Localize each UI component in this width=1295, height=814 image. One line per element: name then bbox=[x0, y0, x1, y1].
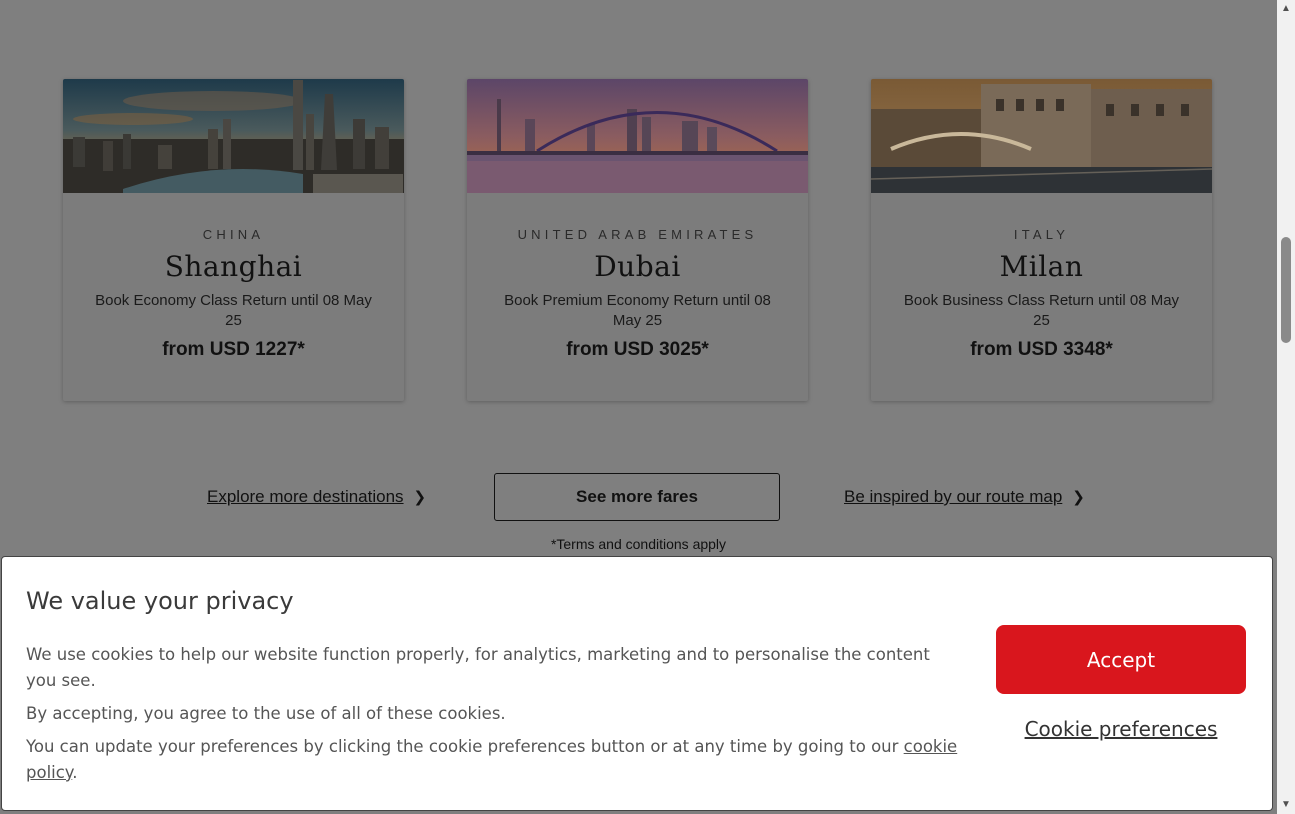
card-description: Book Premium Economy Return until 08 May… bbox=[504, 292, 771, 329]
card-country: UNITED ARAB EMIRATES bbox=[517, 227, 758, 242]
see-more-fares-button[interactable]: See more fares bbox=[494, 473, 780, 521]
terms-note: *Terms and conditions apply bbox=[550, 536, 727, 552]
accept-button[interactable]: Accept bbox=[996, 625, 1246, 694]
dubai-bridge-image bbox=[467, 79, 808, 193]
destination-card-shanghai[interactable]: CHINA Shanghai Book Economy Class Return… bbox=[63, 79, 404, 401]
cookie-text: We use cookies to help our website funct… bbox=[26, 642, 961, 793]
shanghai-skyline-image bbox=[63, 79, 404, 193]
route-map-link[interactable]: Be inspired by our route map ❯ bbox=[844, 487, 1085, 507]
scroll-down-arrow-icon[interactable]: ▼ bbox=[1277, 796, 1295, 814]
scrollbar-thumb[interactable] bbox=[1281, 237, 1291, 343]
cookie-paragraph-2: By accepting, you agree to the use of al… bbox=[26, 704, 506, 723]
explore-destinations-label: Explore more destinations bbox=[207, 487, 404, 506]
vertical-scrollbar[interactable]: ▲ ▼ bbox=[1277, 0, 1295, 814]
card-country: CHINA bbox=[202, 227, 265, 242]
destination-card-dubai[interactable]: UNITED ARAB EMIRATES Dubai Book Premium … bbox=[467, 79, 808, 401]
card-price: from USD 3348* bbox=[970, 339, 1113, 360]
card-city: Dubai bbox=[594, 250, 681, 283]
destination-card-milan[interactable]: ITALY Milan Book Business Class Return u… bbox=[871, 79, 1212, 401]
cookie-paragraph-3: You can update your preferences by click… bbox=[26, 734, 961, 786]
card-description: Book Business Class Return until 08 May … bbox=[903, 292, 1180, 329]
chevron-right-icon: ❯ bbox=[413, 489, 427, 506]
scroll-up-arrow-icon[interactable]: ▲ bbox=[1277, 0, 1295, 18]
card-price: from USD 3025* bbox=[566, 339, 709, 360]
card-description: Book Economy Class Return until 08 May 2… bbox=[95, 292, 372, 329]
card-price: from USD 1227* bbox=[162, 339, 305, 360]
cookie-paragraph-3-text: You can update your preferences by click… bbox=[26, 737, 904, 756]
explore-destinations-link[interactable]: Explore more destinations ❯ bbox=[207, 487, 426, 507]
cookie-preferences-link[interactable]: Cookie preferences bbox=[996, 717, 1246, 741]
card-city: Shanghai bbox=[164, 250, 303, 283]
cookie-paragraph-3-end: . bbox=[72, 763, 78, 782]
cookie-paragraph-1: We use cookies to help our website funct… bbox=[26, 645, 930, 690]
chevron-right-icon: ❯ bbox=[1072, 489, 1085, 506]
card-country: ITALY bbox=[1013, 227, 1070, 242]
card-city: Milan bbox=[999, 250, 1084, 283]
cookie-banner: We value your privacy We use cookies to … bbox=[1, 556, 1273, 811]
route-map-label: Be inspired by our route map bbox=[844, 487, 1063, 506]
cookie-title: We value your privacy bbox=[26, 587, 294, 615]
milan-canal-image bbox=[871, 79, 1212, 193]
